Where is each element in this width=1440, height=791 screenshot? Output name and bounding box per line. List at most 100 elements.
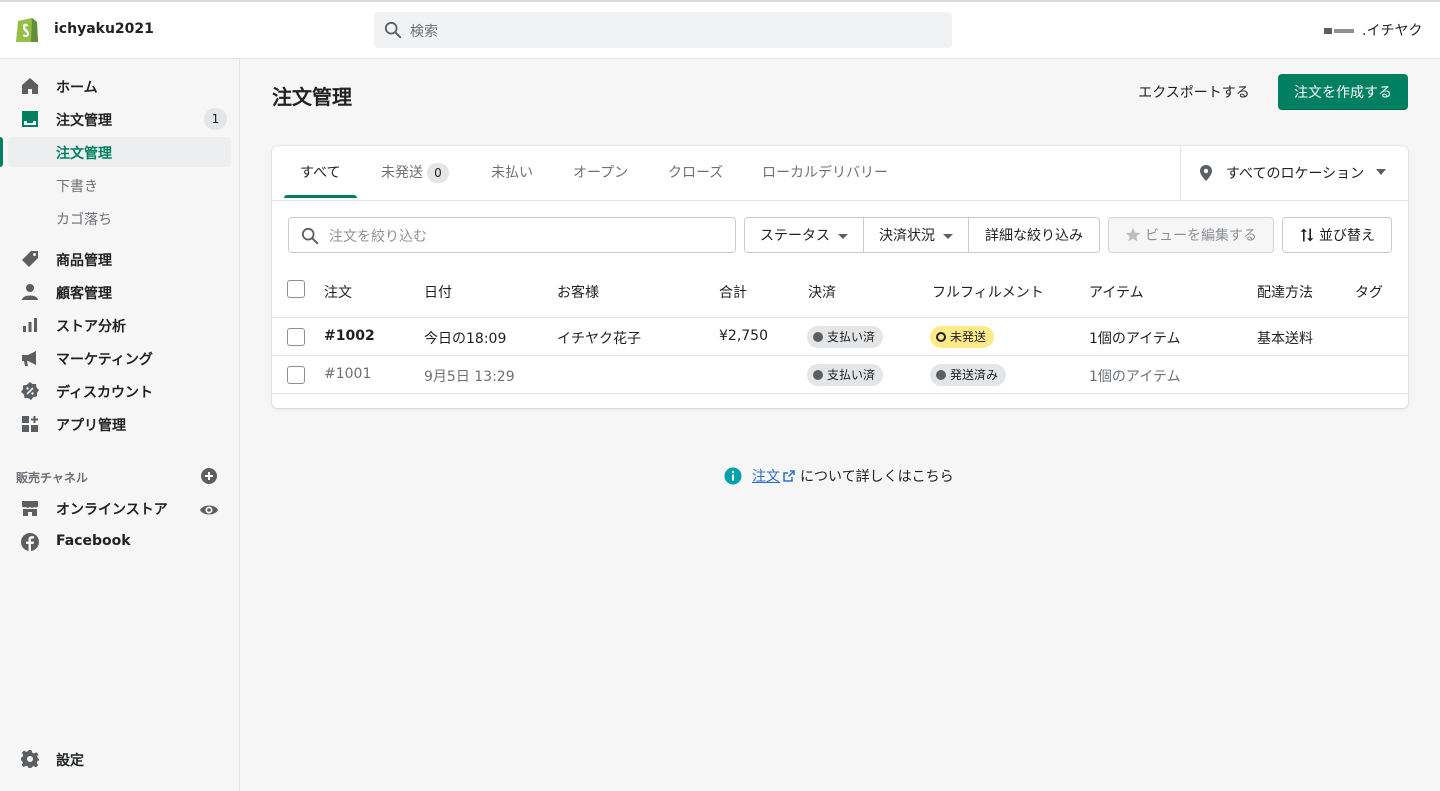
order-date: 今日の18:09 xyxy=(424,331,507,347)
help-text: について詳しくはこちら xyxy=(800,469,954,485)
item-count[interactable]: 1個のアイテム xyxy=(1089,328,1181,348)
global-search-input[interactable]: 検索 xyxy=(374,12,952,48)
tab-label: すべて xyxy=(300,165,341,181)
sidebar-item-label: 注文管理 xyxy=(56,113,112,129)
chevron-down-icon xyxy=(1376,169,1386,175)
fulfillment-status-badge: 未発送 xyxy=(930,326,995,348)
sales-channels-heading: 販売チャネル xyxy=(16,471,88,485)
search-icon xyxy=(384,21,402,39)
eye-icon[interactable] xyxy=(199,500,219,520)
row-checkbox[interactable] xyxy=(287,328,305,346)
tab-label: 未発送 xyxy=(381,165,423,181)
sidebar-subitem-drafts[interactable]: 下書き xyxy=(0,170,240,200)
select-all-checkbox[interactable] xyxy=(287,280,305,298)
external-link-icon xyxy=(783,470,795,482)
megaphone-icon xyxy=(22,351,36,366)
column-header-date[interactable]: 日付 xyxy=(424,282,452,302)
add-channel-icon[interactable] xyxy=(200,467,218,485)
store-menu[interactable]: .イチヤク xyxy=(1362,20,1422,40)
info-icon xyxy=(724,467,742,485)
location-label: すべてのロケーション xyxy=(1226,166,1365,182)
sidebar-item-discounts[interactable]: ディスカウント xyxy=(0,376,240,406)
status-dot xyxy=(813,332,823,342)
table-row[interactable]: #1002 今日の18:09 イチヤク花子 ¥2,750 支払い済 未発送 1個… xyxy=(272,318,1408,356)
gear-icon xyxy=(21,750,39,768)
order-date: 9月5日 13:29 xyxy=(424,369,515,385)
shopify-logo-icon[interactable] xyxy=(14,14,40,44)
sidebar-item-settings[interactable]: 設定 xyxy=(0,744,240,774)
sidebar-item-home[interactable]: ホーム xyxy=(0,71,240,101)
badge-label: 未発送 xyxy=(950,330,987,344)
more-filters-button[interactable]: 詳細な絞り込み xyxy=(968,217,1100,253)
edit-view-button[interactable]: ビューを編集する xyxy=(1108,217,1274,253)
sidebar-subitem-abandoned[interactable]: カゴ落ち xyxy=(0,203,240,233)
sidebar-item-label: マーケティング xyxy=(56,352,153,368)
table-header: 注文 日付 お客様 合計 決済 フルフィルメント アイテム 配達方法 タグ xyxy=(272,267,1408,318)
facebook-icon xyxy=(21,533,39,551)
button-label: ステータス xyxy=(760,228,830,244)
item-count[interactable]: 1個のアイテム xyxy=(1089,366,1181,386)
sort-button[interactable]: 並び替え xyxy=(1282,217,1392,253)
discount-icon xyxy=(21,382,39,400)
divider xyxy=(1180,146,1181,200)
create-order-button[interactable]: 注文を作成する xyxy=(1278,74,1408,110)
sidebar-item-analytics[interactable]: ストア分析 xyxy=(0,310,240,340)
sidebar-item-label: 注文管理 xyxy=(56,146,112,162)
payment-status-badge: 支払い済 xyxy=(807,326,884,348)
tab-open[interactable]: オープン xyxy=(563,146,638,200)
status-filter-button[interactable]: ステータス xyxy=(744,217,864,253)
sidebar-item-apps[interactable]: アプリ管理 xyxy=(0,409,240,439)
button-label: 詳細な絞り込み xyxy=(985,228,1083,244)
star-icon xyxy=(1125,227,1141,242)
status-dot xyxy=(936,332,946,342)
column-header-delivery[interactable]: 配達方法 xyxy=(1257,282,1313,302)
sidebar-item-label: ディスカウント xyxy=(56,385,154,401)
active-indicator xyxy=(0,137,3,167)
order-number[interactable]: #1001 xyxy=(324,366,371,382)
tab-closed[interactable]: クローズ xyxy=(658,146,733,200)
person-icon xyxy=(22,284,38,300)
top-bar: ichyaku2021 検索 .イチヤク xyxy=(0,0,1440,59)
payment-status-badge: 支払い済 xyxy=(807,364,884,386)
row-checkbox[interactable] xyxy=(287,366,305,384)
tab-local-delivery[interactable]: ローカルデリバリー xyxy=(752,146,898,200)
orders-count-badge: 1 xyxy=(204,108,227,130)
badge-label: 支払い済 xyxy=(827,330,876,344)
badge-label: 支払い済 xyxy=(827,368,876,382)
sidebar-item-label: ホーム xyxy=(56,80,98,96)
order-number[interactable]: #1002 xyxy=(324,328,375,344)
status-dot xyxy=(936,370,946,380)
order-filter-input[interactable]: 注文を絞り込む xyxy=(288,217,736,253)
column-header-items[interactable]: アイテム xyxy=(1089,282,1144,302)
column-header-payment[interactable]: 決済 xyxy=(808,282,836,302)
tab-unpaid[interactable]: 未払い xyxy=(481,146,543,200)
store-icon xyxy=(22,501,38,516)
sidebar-subitem-orders[interactable]: 注文管理 xyxy=(8,137,231,167)
column-header-order[interactable]: 注文 xyxy=(324,282,352,302)
caret-down-icon xyxy=(838,233,848,239)
shop-name[interactable]: ichyaku2021 xyxy=(54,21,154,37)
page-title: 注文管理 xyxy=(272,85,352,109)
column-header-total[interactable]: 合計 xyxy=(719,282,747,302)
delivery-method: 基本送料 xyxy=(1257,331,1313,347)
sidebar-item-marketing[interactable]: マーケティング xyxy=(0,343,240,373)
column-header-fulfillment[interactable]: フルフィルメント xyxy=(932,282,1044,302)
payment-status-filter-button[interactable]: 決済状況 xyxy=(863,217,969,253)
column-header-tags[interactable]: タグ xyxy=(1355,282,1383,302)
sidebar-item-label: Facebook xyxy=(56,533,131,549)
tab-all[interactable]: すべて xyxy=(290,146,350,200)
orders-help-link[interactable]: 注文 xyxy=(752,466,780,486)
orders-icon xyxy=(22,111,38,127)
table-row[interactable]: #1001 9月5日 13:29 支払い済 発送済み 1個のアイテム xyxy=(272,356,1408,394)
sidebar-item-products[interactable]: 商品管理 xyxy=(0,244,240,274)
tab-unfulfilled[interactable]: 未発送 0 xyxy=(371,146,459,200)
sidebar-item-customers[interactable]: 顧客管理 xyxy=(0,277,240,307)
status-dot xyxy=(813,370,823,380)
column-header-customer[interactable]: お客様 xyxy=(557,282,599,302)
button-label: 決済状況 xyxy=(879,228,935,244)
apps-icon xyxy=(22,416,38,432)
sidebar-item-label: オンラインストア xyxy=(56,502,168,518)
active-tab-indicator xyxy=(284,195,357,198)
sidebar-item-facebook[interactable]: Facebook xyxy=(0,527,240,557)
export-button[interactable]: エクスポートする xyxy=(1126,74,1262,110)
